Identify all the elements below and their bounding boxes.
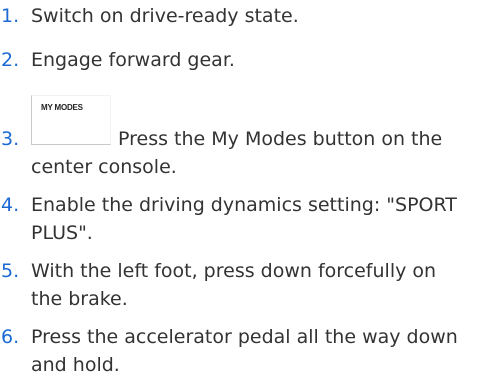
my-modes-button-label: MY MODES: [41, 103, 83, 112]
step-text: Press the accelerator pedal all the way …: [31, 326, 458, 376]
step-1: 1. Switch on drive-ready state.: [0, 2, 479, 30]
step-text: Switch on drive-ready state.: [31, 5, 299, 27]
instruction-list: 1. Switch on drive-ready state. 2. Engag…: [0, 0, 479, 376]
step-3: 3. Press the My Modes button on the cent…: [0, 125, 479, 181]
step-5: 5. With the left foot, press down forcef…: [0, 257, 479, 313]
step-text: Enable the driving dynamics setting: "SP…: [31, 194, 457, 244]
step-4: 4. Enable the driving dynamics setting: …: [0, 191, 479, 247]
step-number: 3.: [1, 128, 20, 150]
step-2: 2. Engage forward gear.: [0, 46, 479, 74]
step-text: Engage forward gear.: [31, 49, 235, 71]
step-text: Press the My Modes button on the center …: [31, 128, 443, 178]
step-6: 6. Press the accelerator pedal all the w…: [0, 323, 479, 379]
step-number: 4.: [1, 194, 20, 216]
step-text: With the left foot, press down forcefull…: [31, 260, 437, 310]
step-number: 2.: [1, 49, 20, 71]
step-number: 5.: [1, 260, 20, 282]
step-number: 6.: [1, 326, 20, 348]
step-number: 1.: [1, 5, 20, 27]
